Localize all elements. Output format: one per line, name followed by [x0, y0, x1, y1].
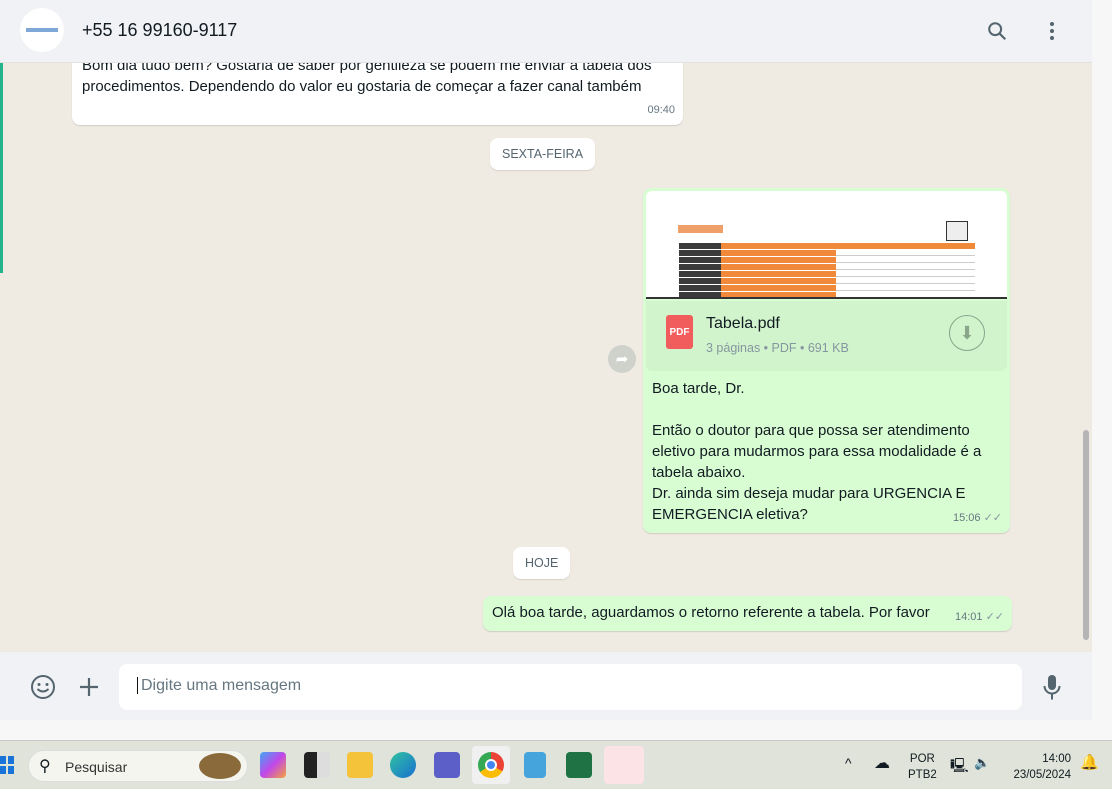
message-list: Bom dia tudo bem? Gostaria de saber por …: [0, 63, 1092, 652]
copilot-icon[interactable]: [260, 752, 286, 778]
notification-bell-icon[interactable]: 🔔: [1080, 753, 1099, 771]
message-text: Boa tarde, Dr. Então o doutor para que p…: [652, 380, 982, 523]
side-accent: [0, 63, 3, 273]
chevron-up-icon[interactable]: ^: [845, 755, 852, 771]
document-meta: 3 páginas • PDF • 691 KB: [706, 341, 849, 355]
message-input[interactable]: Digite uma mensagem: [119, 664, 1022, 710]
message-time: 15:06 ✓✓: [952, 512, 1002, 524]
pdf-icon: PDF: [666, 315, 693, 349]
date-divider: SEXTA-FEIRA: [490, 138, 596, 170]
message-text: Bom dia tudo bem? Gostaria de saber por …: [82, 63, 652, 95]
taskbar-search[interactable]: ⚲ Pesquisar: [28, 750, 248, 782]
notepad-icon[interactable]: [524, 752, 546, 778]
file-explorer-icon[interactable]: [347, 752, 373, 778]
document-attachment[interactable]: PDF Tabela.pdf 3 páginas • PDF • 691 KB …: [646, 301, 1007, 371]
excel-icon[interactable]: [566, 752, 592, 778]
kebab-menu-icon[interactable]: [1042, 20, 1062, 42]
document-name: Tabela.pdf: [706, 315, 780, 332]
chat-header: +55 16 99160-9117: [0, 0, 1092, 63]
message-outgoing-document: PDF Tabela.pdf 3 páginas • PDF • 691 KB …: [643, 188, 1010, 533]
search-icon[interactable]: [986, 20, 1008, 42]
message-incoming: Bom dia tudo bem? Gostaria de saber por …: [72, 63, 683, 125]
emoji-icon[interactable]: [30, 674, 56, 700]
network-icon[interactable]: 🖳: [950, 755, 969, 779]
cloud-offline-icon[interactable]: ☁: [874, 753, 890, 773]
search-icon: ⚲: [39, 758, 51, 775]
message-text: Olá boa tarde, aguardamos o retorno refe…: [492, 604, 930, 621]
teams-icon[interactable]: [434, 752, 460, 778]
snipping-tool-icon[interactable]: [604, 746, 644, 784]
message-time: 14:01 ✓✓: [954, 611, 1004, 623]
document-preview[interactable]: [646, 191, 1007, 299]
message-outgoing: Olá boa tarde, aguardamos o retorno refe…: [483, 596, 1012, 631]
forward-icon[interactable]: ➦: [608, 345, 636, 373]
language-indicator[interactable]: POR PTB2: [908, 751, 937, 783]
windows-taskbar: ⚲ Pesquisar ^ ☁ POR PTB2 🖳 🔈 14:00 23/05/2…: [0, 740, 1112, 789]
read-checks-icon: ✓✓: [983, 512, 1002, 524]
download-icon[interactable]: ⬇: [949, 315, 985, 351]
microphone-icon[interactable]: [1042, 674, 1062, 702]
read-checks-icon: ✓✓: [985, 611, 1004, 623]
turtle-icon: [199, 753, 241, 779]
edge-icon[interactable]: [390, 752, 416, 778]
date-divider: HOJE: [513, 547, 571, 579]
contact-avatar[interactable]: [20, 8, 64, 52]
scrollbar[interactable]: [1083, 430, 1089, 640]
attach-plus-icon[interactable]: [78, 676, 100, 698]
start-icon[interactable]: [0, 756, 14, 774]
chrome-taskbar-button[interactable]: [472, 746, 510, 784]
message-time: 09:40: [647, 104, 675, 116]
clock[interactable]: 14:00 23/05/2024: [1005, 751, 1071, 783]
volume-icon[interactable]: 🔈: [974, 755, 990, 771]
task-view-icon[interactable]: [304, 752, 330, 778]
contact-name[interactable]: +55 16 99160-9117: [82, 20, 237, 41]
